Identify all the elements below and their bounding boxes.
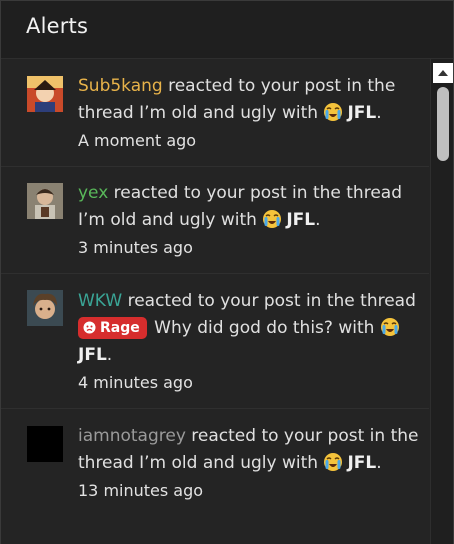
- alert-text: WKW reacted to your post in the thread R…: [78, 288, 423, 396]
- username-link[interactable]: yex: [78, 183, 108, 203]
- loudly-crying-face-icon: [324, 453, 343, 471]
- alert-action-text: reacted to your post in the thread I’m o…: [78, 183, 402, 230]
- alert-text: Sub5kang reacted to your post in the thr…: [78, 73, 423, 154]
- alert-list[interactable]: Sub5kang reacted to your post in the thr…: [1, 59, 429, 544]
- alert-action-text: Why did god do this? with: [148, 318, 380, 338]
- username-link[interactable]: Sub5kang: [78, 76, 163, 96]
- loudly-crying-face-icon: [380, 318, 399, 336]
- reaction-name: JFL: [78, 345, 107, 365]
- angry-face-icon: [83, 321, 96, 334]
- alert-item[interactable]: Sub5kang reacted to your post in the thr…: [1, 59, 429, 167]
- alert-text: yex reacted to your post in the thread I…: [78, 180, 423, 261]
- alerts-header: Alerts: [1, 1, 453, 59]
- alert-item[interactable]: yex reacted to your post in the thread I…: [1, 167, 429, 274]
- alert-item[interactable]: iamnotagrey reacted to your post in the …: [1, 409, 429, 544]
- panel-title: Alerts: [26, 14, 89, 38]
- alerts-panel: Alerts Sub5kang reacted to your post in …: [0, 0, 454, 544]
- scroll-up-arrow-icon[interactable]: [433, 63, 453, 83]
- reaction-name: JFL: [286, 210, 316, 230]
- alert-action-text: reacted to your post in the thread: [122, 291, 416, 311]
- alert-end: .: [106, 345, 113, 365]
- avatar[interactable]: [27, 426, 63, 462]
- alert-end: .: [376, 453, 382, 473]
- avatar[interactable]: [27, 183, 63, 219]
- scrollbar[interactable]: [430, 59, 453, 544]
- reaction-name: JFL: [347, 103, 377, 123]
- alert-text: iamnotagrey reacted to your post in the …: [78, 423, 423, 504]
- loudly-crying-face-icon: [324, 103, 343, 121]
- timestamp: A moment ago: [78, 131, 197, 150]
- thread-prefix-badge[interactable]: Rage: [78, 317, 147, 339]
- timestamp: 13 minutes ago: [78, 481, 204, 500]
- reaction-name: JFL: [347, 453, 377, 473]
- loudly-crying-face-icon: [263, 210, 282, 228]
- username-link[interactable]: iamnotagrey: [78, 426, 186, 446]
- avatar[interactable]: [27, 290, 63, 326]
- timestamp: 3 minutes ago: [78, 238, 193, 257]
- prefix-label: Rage: [100, 320, 140, 336]
- alert-item[interactable]: WKW reacted to your post in the thread R…: [1, 274, 429, 409]
- avatar[interactable]: [27, 76, 63, 112]
- username-link[interactable]: WKW: [78, 291, 122, 311]
- timestamp: 4 minutes ago: [78, 373, 193, 392]
- alert-end: .: [376, 103, 382, 123]
- alert-end: .: [315, 210, 321, 230]
- scrollbar-thumb[interactable]: [437, 87, 449, 161]
